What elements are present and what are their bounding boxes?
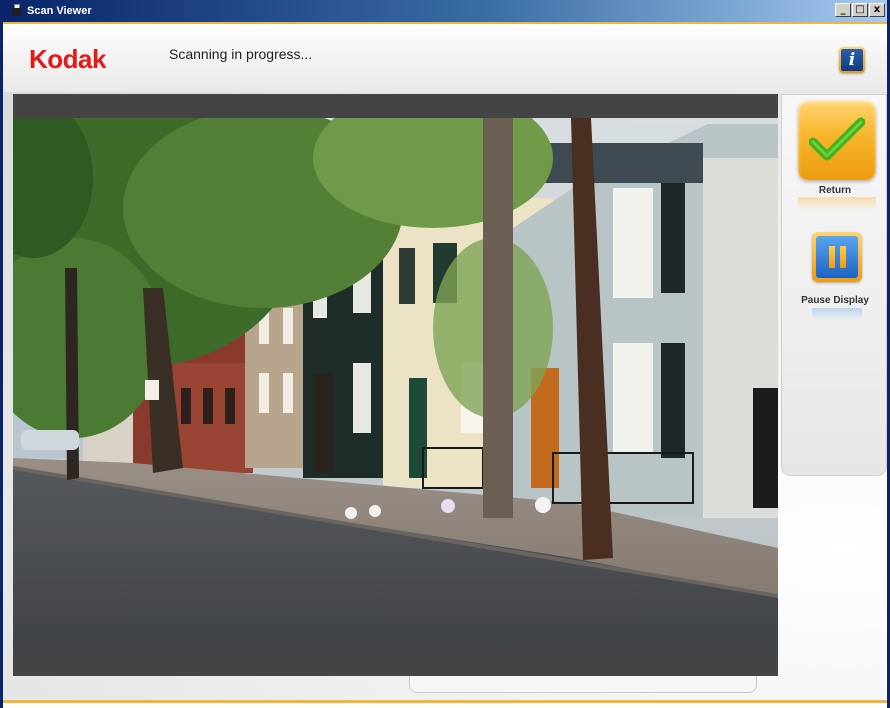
window-controls: _ □ x bbox=[835, 3, 885, 17]
bottom-tab bbox=[409, 676, 757, 693]
scan-viewer-window: Scan Viewer _ □ x Kodak Scanning in prog… bbox=[0, 0, 890, 708]
return-button-reflection bbox=[798, 197, 876, 211]
title-bar[interactable]: Scan Viewer _ □ x bbox=[3, 0, 887, 22]
maximize-button[interactable]: □ bbox=[852, 3, 868, 17]
checkmark-icon bbox=[809, 117, 865, 161]
scanned-photo bbox=[13, 118, 778, 652]
pause-display-button[interactable] bbox=[812, 232, 862, 282]
scanned-street-photo bbox=[13, 118, 778, 652]
return-label: Return bbox=[818, 185, 852, 196]
scan-status-text: Scanning in progress... bbox=[169, 46, 313, 62]
window-title: Scan Viewer bbox=[27, 5, 92, 17]
scanner-app-icon bbox=[9, 4, 23, 18]
action-side-panel: Return Pause Display bbox=[781, 94, 887, 476]
minimize-button[interactable]: _ bbox=[835, 3, 851, 17]
pause-display-label: Pause Display bbox=[801, 295, 869, 306]
pause-icon bbox=[816, 236, 858, 278]
scan-image-viewport bbox=[13, 94, 778, 676]
bottom-border bbox=[3, 703, 887, 708]
info-icon: i bbox=[841, 49, 863, 71]
header-bar: Kodak Scanning in progress... i bbox=[3, 22, 887, 92]
return-button[interactable] bbox=[798, 100, 876, 180]
pause-button-reflection bbox=[812, 308, 862, 320]
info-button[interactable]: i bbox=[839, 47, 865, 73]
close-button[interactable]: x bbox=[869, 3, 885, 17]
kodak-logo: Kodak bbox=[29, 44, 106, 74]
